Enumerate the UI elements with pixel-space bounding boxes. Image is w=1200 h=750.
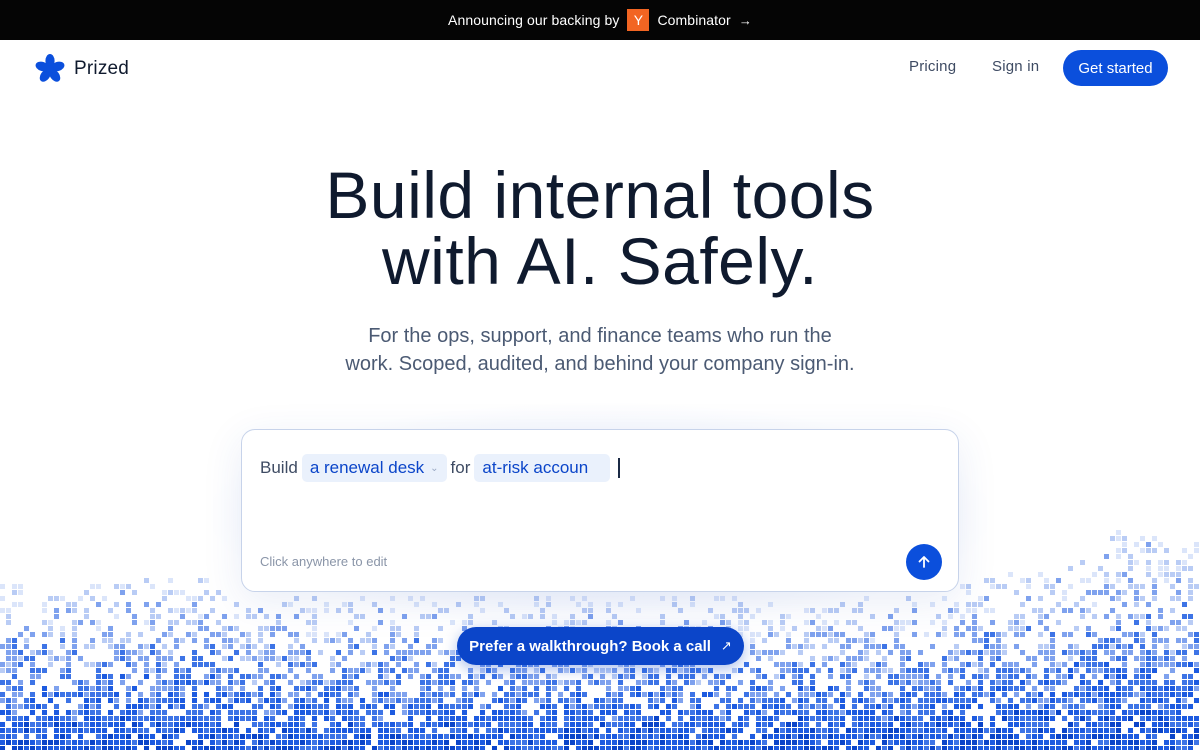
nav-pricing-link[interactable]: Pricing [909,58,956,75]
announcement-text: Announcing our backing by [448,12,620,28]
announcement-suffix: Combinator [657,12,731,28]
audience-input[interactable]: at-risk accoun [474,454,611,482]
send-button[interactable] [906,544,942,580]
get-started-button[interactable]: Get started [1063,50,1168,86]
book-call-label: Prefer a walkthrough? Book a call [469,637,711,655]
book-call-button[interactable]: Prefer a walkthrough? Book a call ↗ [457,627,744,665]
announcement-bar[interactable]: Announcing our backing by Y Combinator → [0,0,1200,40]
prompt-card[interactable]: Build a renewal desk ⌄ for at-risk accou… [241,429,959,592]
y-combinator-logo: Y [627,9,650,31]
arrow-up-icon [918,556,930,568]
prompt-word-build: Build [260,458,298,477]
edit-hint: Click anywhere to edit [260,554,388,569]
text-cursor [618,458,621,478]
hero-title: Build internal tools with AI. Safely. [0,162,1200,294]
arrow-up-right-icon: ↗ [720,638,732,653]
tool-type-value: a renewal desk [309,458,425,477]
chevron-down-icon: ⌄ [430,462,439,474]
audience-input-value: at-risk accoun [482,458,589,477]
asterisk-flower-icon [35,54,65,82]
hero-subtitle-line-1: For the ops, support, and finance teams … [368,325,832,347]
hero-title-line-1: Build internal tools [325,158,875,232]
arrow-right-icon: → [738,12,752,28]
site-header: Prized Pricing Sign in Get started [0,40,1200,96]
nav-sign-in-link[interactable]: Sign in [992,58,1039,75]
brand-name: Prized [74,58,130,79]
tool-type-select[interactable]: a renewal desk ⌄ [301,454,447,482]
hero-subtitle: For the ops, support, and finance teams … [0,322,1200,378]
hero-title-line-2: with AI. Safely. [382,224,818,298]
brand-logo[interactable]: Prized [34,53,129,85]
hero-subtitle-line-2: work. Scoped, audited, and behind your c… [345,353,855,375]
prompt-word-for: for [450,458,471,477]
prompt-sentence[interactable]: Build a renewal desk ⌄ for at-risk accou… [260,454,621,482]
